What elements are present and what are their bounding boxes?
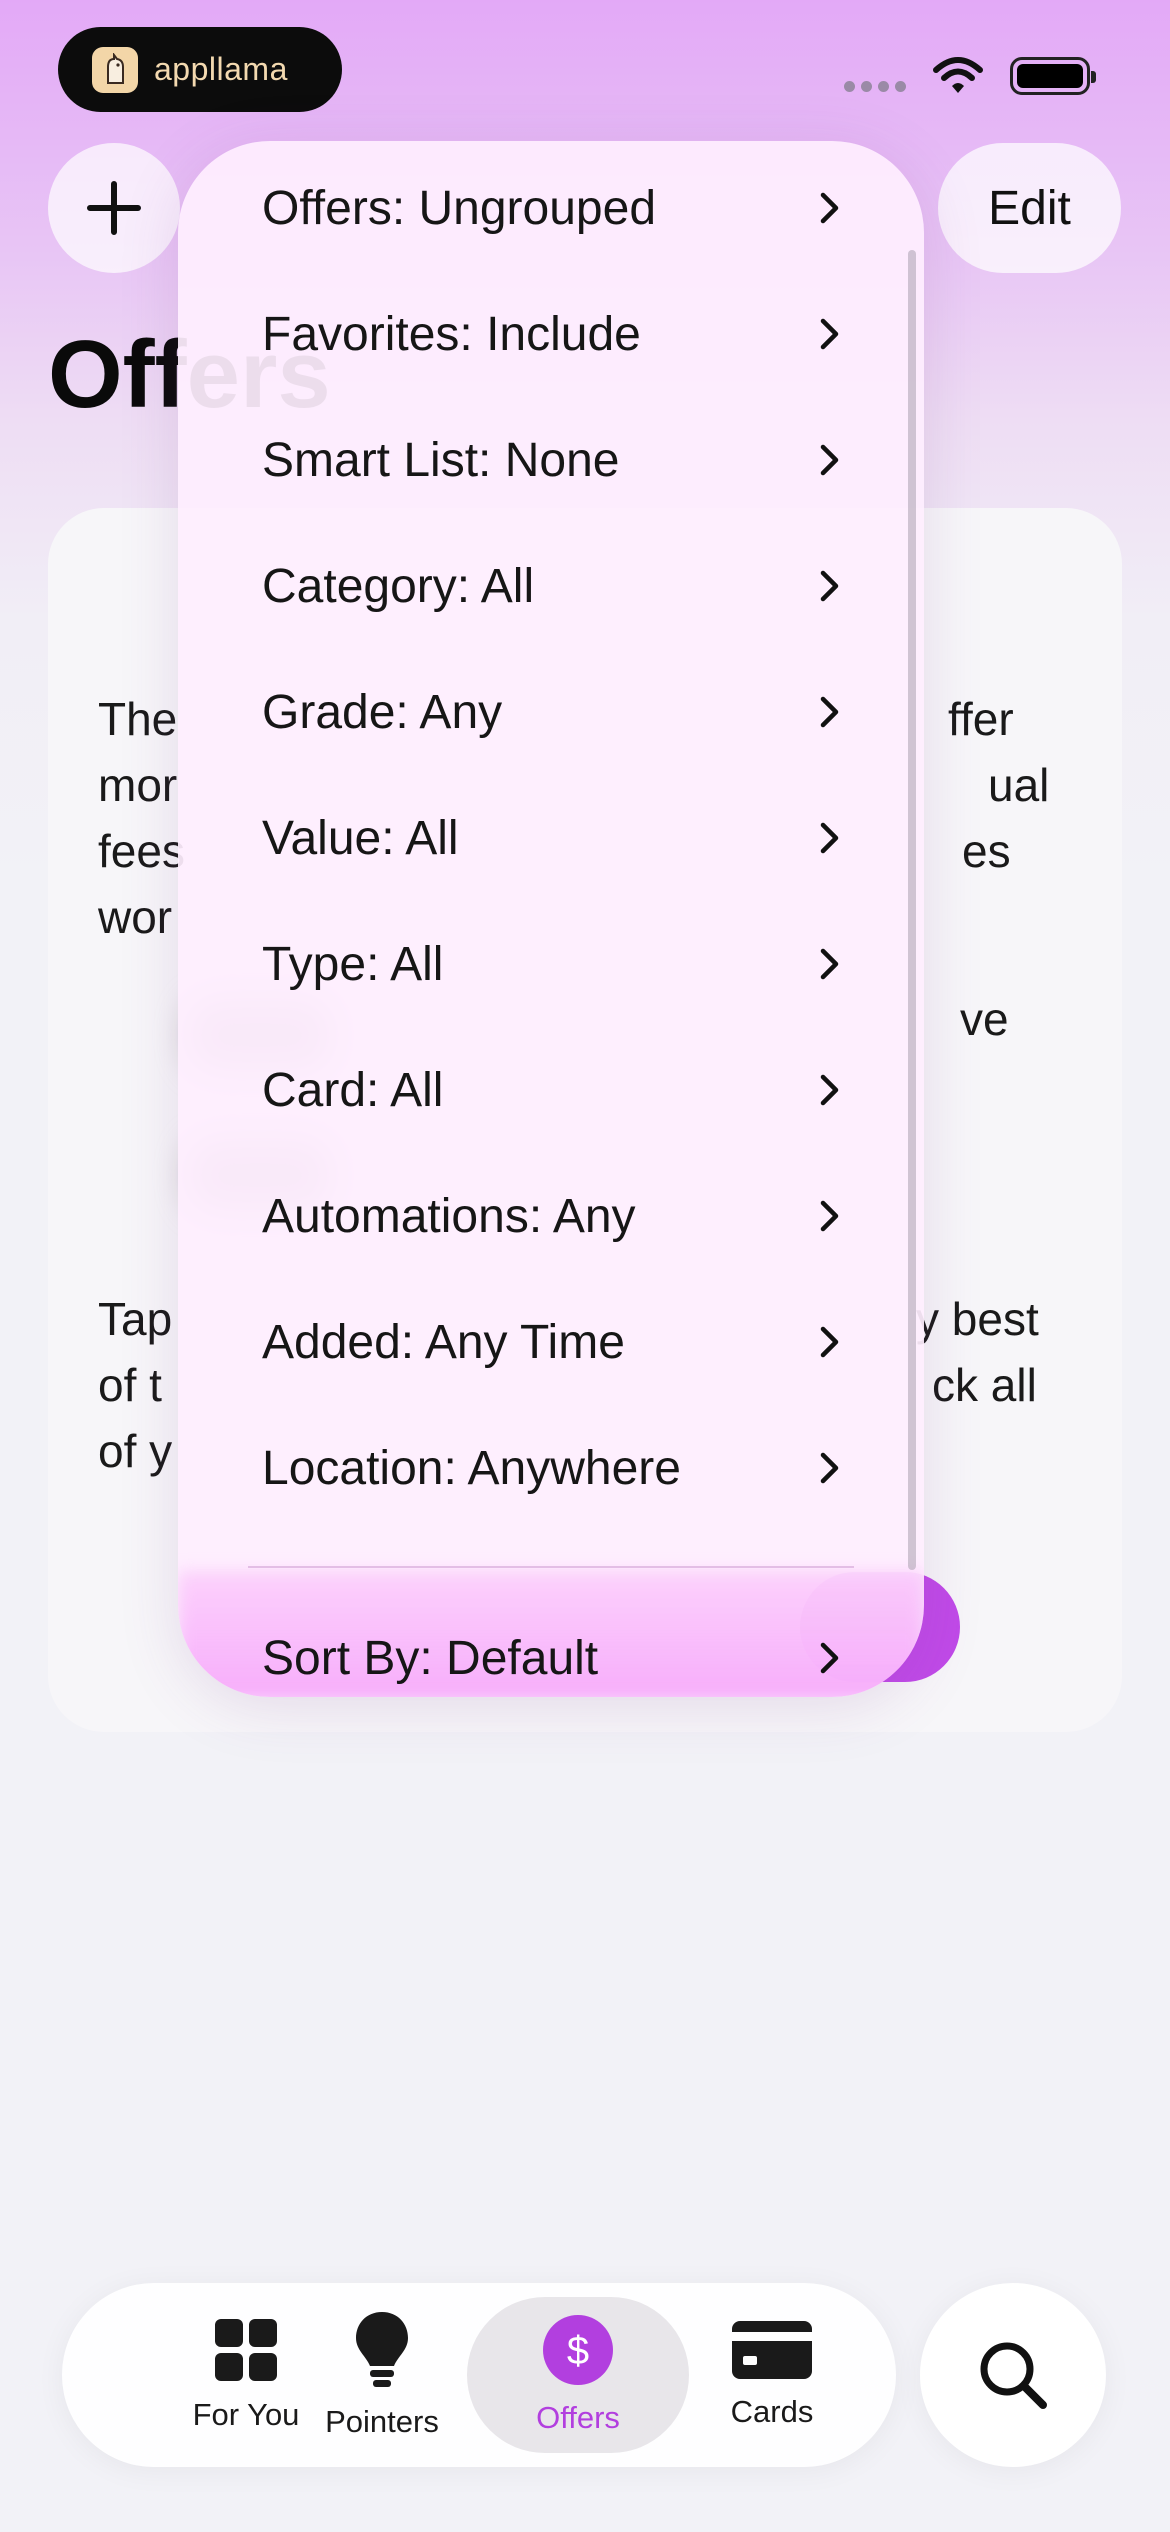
menu-item-category[interactable]: Category: All (178, 523, 924, 649)
menu-item-location[interactable]: Location: Anywhere (178, 1405, 924, 1531)
add-button[interactable] (48, 143, 180, 273)
chevron-right-icon (820, 1642, 839, 1674)
chevron-right-icon (820, 948, 839, 980)
dollar-circle-icon: $ (543, 2315, 613, 2385)
menu-item-offers-grouping[interactable]: Offers: Ungrouped (178, 145, 924, 271)
chevron-right-icon (820, 1452, 839, 1484)
chevron-right-icon (820, 444, 839, 476)
menu-item-automations[interactable]: Automations: Any (178, 1153, 924, 1279)
menu-item-added[interactable]: Added: Any Time (178, 1279, 924, 1405)
menu-item-favorites[interactable]: Favorites: Include (178, 271, 924, 397)
credit-card-icon (732, 2321, 812, 2379)
chevron-right-icon (820, 570, 839, 602)
edit-button[interactable]: Edit (938, 143, 1121, 273)
menu-scrollbar[interactable] (908, 250, 916, 1570)
menu-divider (248, 1566, 854, 1568)
chevron-right-icon (820, 192, 839, 224)
status-indicators (844, 56, 1096, 96)
menu-item-type[interactable]: Type: All (178, 901, 924, 1027)
menu-item-value[interactable]: Value: All (178, 775, 924, 901)
search-icon (980, 2342, 1047, 2409)
lightbulb-icon (356, 2312, 408, 2387)
chevron-right-icon (820, 318, 839, 350)
tab-offers[interactable]: $ Offers (478, 2283, 678, 2467)
menu-item-smart-list[interactable]: Smart List: None (178, 397, 924, 523)
battery-icon (1010, 57, 1096, 95)
menu-item-grade[interactable]: Grade: Any (178, 649, 924, 775)
chevron-right-icon (820, 1200, 839, 1232)
cellular-signal-icon (844, 80, 906, 92)
chevron-right-icon (820, 822, 839, 854)
brand-text: appllama (154, 51, 288, 87)
tab-cards[interactable]: Cards (672, 2283, 872, 2467)
chevron-right-icon (820, 1326, 839, 1358)
brand-pill[interactable]: appllama (58, 27, 342, 112)
tab-bar: For You Pointers $ Offers Cards (62, 2283, 896, 2467)
search-button[interactable] (920, 2283, 1106, 2467)
wifi-icon (933, 57, 983, 93)
chevron-right-icon (820, 696, 839, 728)
filter-menu: Offers: Ungrouped Favorites: Include Sma… (178, 141, 924, 1697)
svg-text:$: $ (567, 2329, 589, 2373)
plus-icon (87, 181, 141, 235)
grid-icon (215, 2319, 277, 2381)
tab-pointers[interactable]: Pointers (282, 2283, 482, 2467)
menu-item-sort-by[interactable]: Sort By: Default (178, 1595, 924, 1697)
chevron-right-icon (820, 1074, 839, 1106)
menu-item-card[interactable]: Card: All (178, 1027, 924, 1153)
llama-logo-icon (92, 46, 138, 93)
